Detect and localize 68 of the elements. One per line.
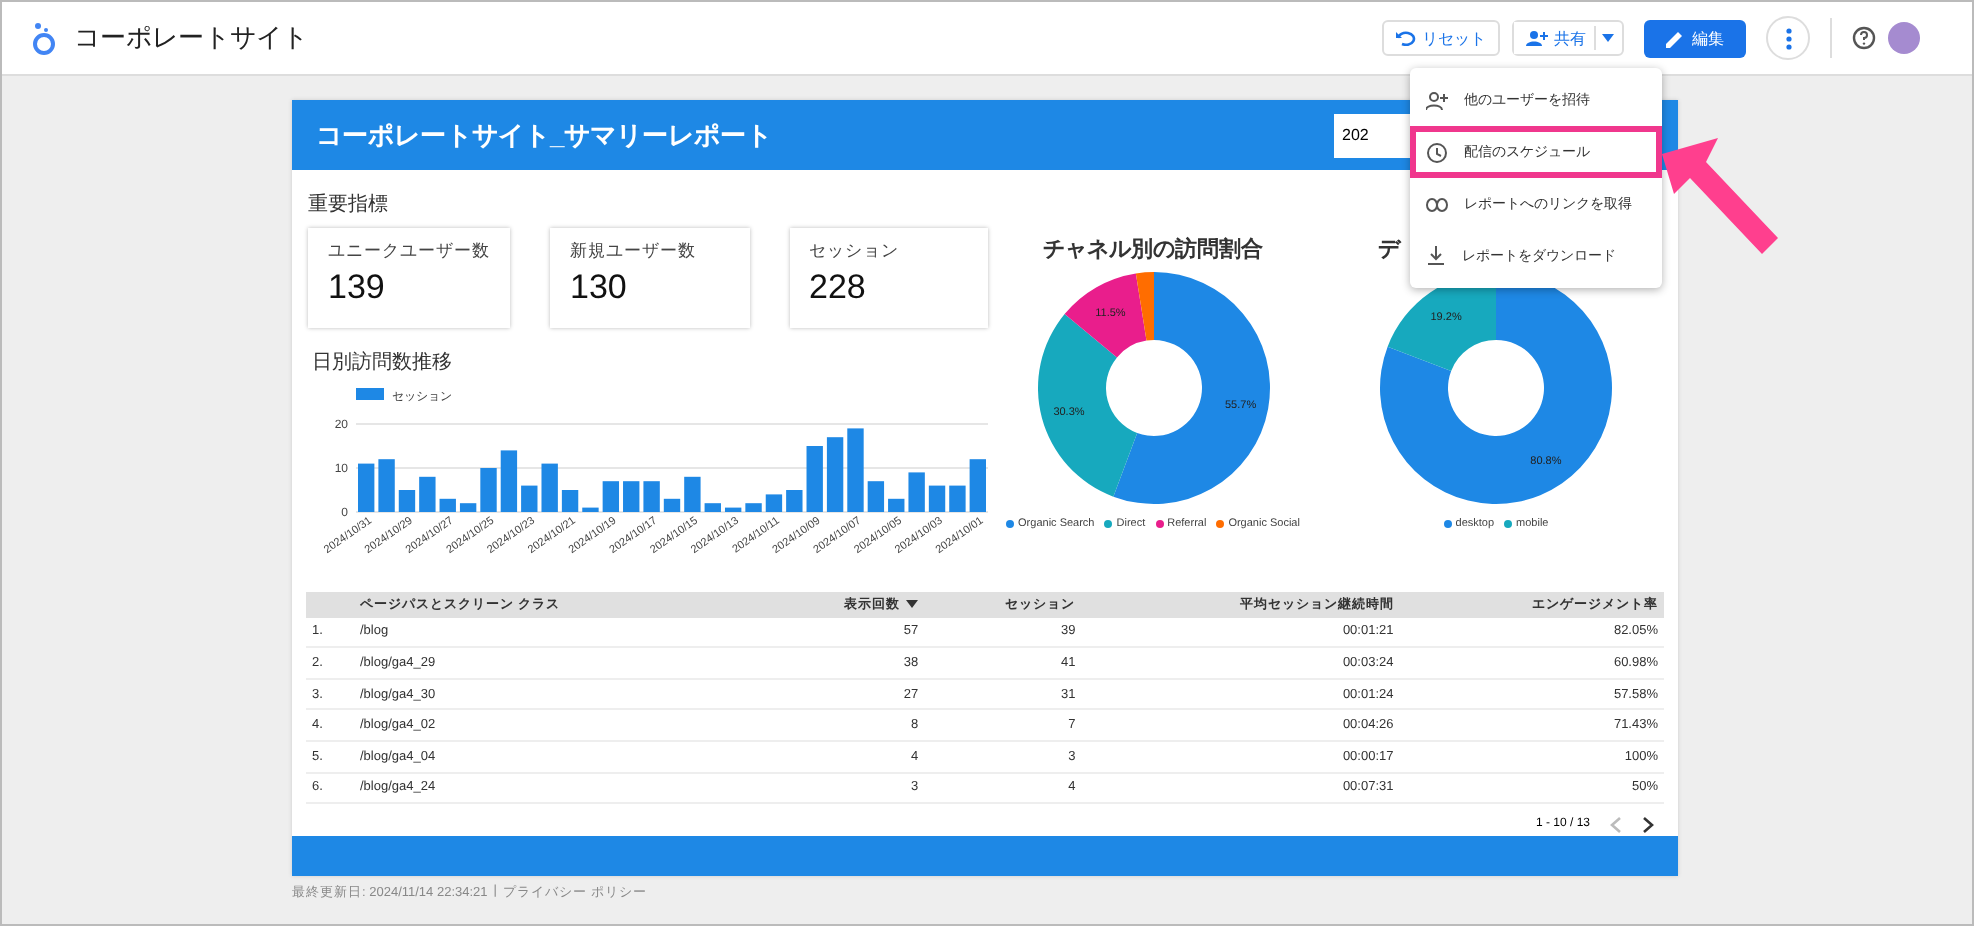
bar [928,485,946,512]
bar [765,494,783,512]
legend-dot [1216,520,1225,528]
bar [867,481,885,512]
bar [888,498,905,512]
legend-dot [1443,520,1452,528]
bar [459,503,477,512]
pencil-icon [1666,29,1684,47]
bar [480,468,497,512]
scorecard-value: 228 [809,268,868,308]
edit-button[interactable]: 編集 [1644,19,1746,57]
add-person-icon [1526,30,1548,46]
scorecard-label: 新規ユーザー数 [570,240,698,264]
bar [561,490,579,512]
report-title: コーポレートサイト_サマリーレポート [316,117,773,153]
bar [826,437,844,512]
scorecard-label: セッション [809,240,901,264]
bar [949,485,966,512]
logo-icon [30,20,58,56]
scorecard-value: 130 [570,268,629,308]
legend-dot [1155,520,1164,528]
clock-icon [1426,141,1448,163]
bar [724,507,742,512]
next-page-icon[interactable] [1642,815,1654,834]
undo-icon [1396,30,1416,46]
bar [908,472,925,512]
bar [643,481,660,512]
bar [521,485,538,512]
bar [358,463,375,512]
bar [582,507,599,512]
bar [623,481,640,512]
reset-button[interactable]: リセット [1382,20,1500,56]
link-icon [1426,197,1448,211]
bar [439,498,456,512]
avatar[interactable] [1888,22,1920,54]
more-button[interactable] [1766,16,1810,60]
add-person-icon [1426,91,1448,109]
bar [704,503,721,512]
more-icon [1785,27,1791,49]
section-heading: 重要指標 [308,191,390,218]
bar [541,463,558,512]
bar [969,459,986,512]
bar [663,498,681,512]
help-icon[interactable] [1852,26,1876,50]
bar [398,490,416,512]
bar [684,476,701,512]
download-icon [1426,246,1446,266]
app-title: コーポレートサイト [74,20,308,56]
bar [847,428,864,512]
pointer-arrow [1658,134,1782,258]
chart-title: チャネル別の訪問割合 [1043,235,1263,264]
dropdown-caret-icon[interactable] [1602,34,1614,42]
scorecard-value: 139 [328,268,387,308]
bar [745,503,762,512]
bar [806,446,823,512]
chart-title: 日別訪問数推移 [312,349,454,376]
scorecard-label: ユニークユーザー数 [328,240,490,264]
bar [602,481,620,512]
legend-dot [1504,520,1513,528]
bar [419,476,436,512]
chart-title: デ [1378,236,1400,264]
sort-icon [906,599,919,608]
bar [378,459,395,512]
bar [500,450,518,512]
legend-dot [1006,520,1015,528]
legend-swatch [356,388,384,400]
legend-dot [1104,520,1113,528]
bar [786,490,803,512]
